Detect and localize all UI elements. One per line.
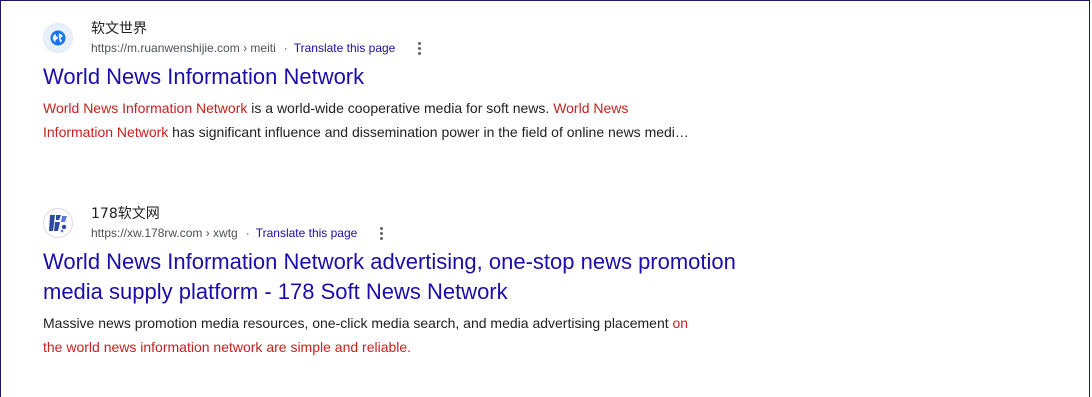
snippet-text: Massive news promotion media resources, … <box>43 315 673 331</box>
snippet-highlight: Information Network <box>43 124 169 140</box>
url-separator: · <box>283 41 288 55</box>
site-name: 178软文网 <box>91 206 160 222</box>
result-snippet: World News Information Network is a worl… <box>43 96 803 144</box>
snippet-highlight: the world news information network are s… <box>43 339 412 355</box>
site-header[interactable]: 178软文网 https://xw.178rw.com › xwtg · Tra… <box>43 205 863 241</box>
snippet-text: has significant influence and disseminat… <box>168 124 689 140</box>
result-url: https://xw.178rw.com › xwtg <box>91 226 238 240</box>
url-separator: · <box>245 226 250 240</box>
globe-icon <box>43 23 73 53</box>
result-url: https://m.ruanwenshijie.com › meiti <box>91 41 276 55</box>
result-title-link[interactable]: World News Information Network advertisi… <box>43 247 843 307</box>
title-line-1: World News Information Network advertisi… <box>43 249 736 274</box>
title-line-2: media supply platform - 178 Soft News Ne… <box>43 279 508 304</box>
more-options-icon[interactable] <box>371 224 391 242</box>
translate-page-link[interactable]: Translate this page <box>294 39 396 57</box>
translate-page-link[interactable]: Translate this page <box>256 224 358 242</box>
178-logo-icon <box>43 208 73 238</box>
snippet-text: is a world-wide cooperative media for so… <box>247 100 554 116</box>
result-snippet: Massive news promotion media resources, … <box>43 311 843 359</box>
result-title-link[interactable]: World News Information Network <box>43 62 863 92</box>
search-result-2: 178软文网 https://xw.178rw.com › xwtg · Tra… <box>43 205 863 359</box>
search-result-1: 软文世界 https://m.ruanwenshijie.com › meiti… <box>43 20 863 144</box>
site-name: 软文世界 <box>91 21 147 37</box>
snippet-highlight: on <box>672 315 689 331</box>
snippet-highlight: World News <box>553 100 629 116</box>
more-options-icon[interactable] <box>409 39 429 57</box>
site-header[interactable]: 软文世界 https://m.ruanwenshijie.com › meiti… <box>43 20 863 56</box>
snippet-highlight: World News Information Network <box>43 100 248 116</box>
